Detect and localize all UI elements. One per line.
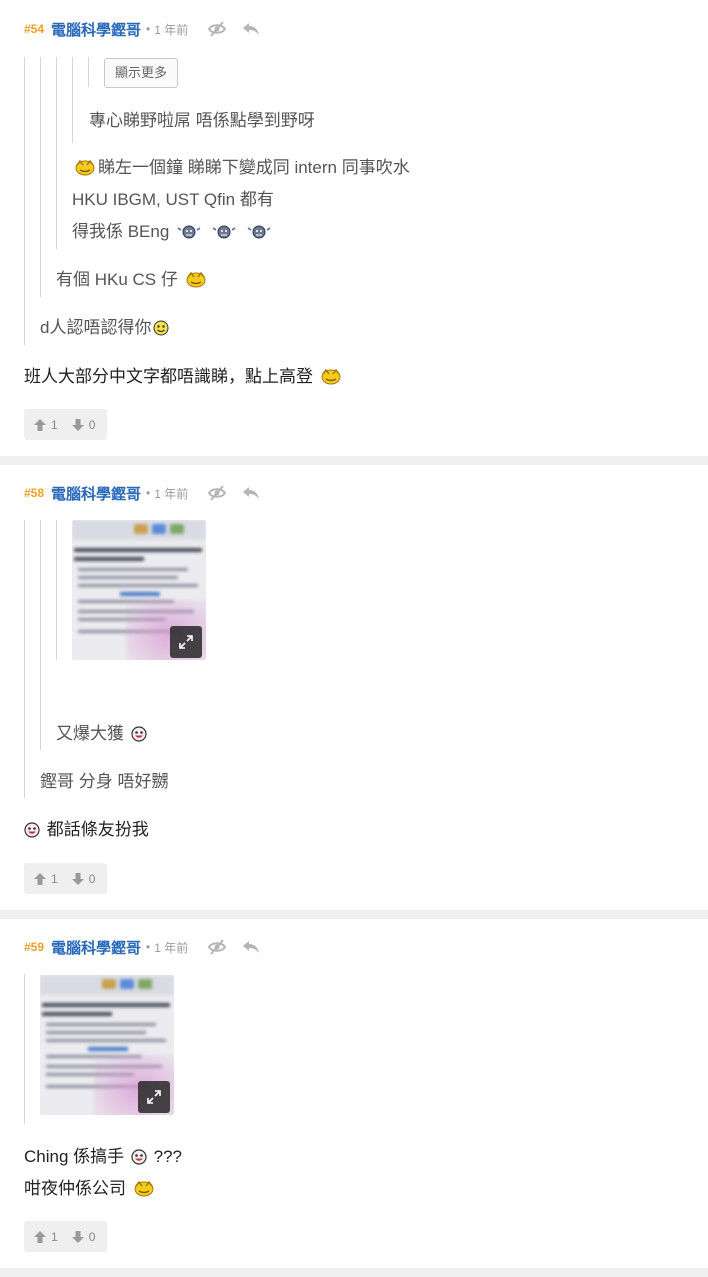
downvote-button[interactable]: 0: [71, 1229, 96, 1244]
post-58: #58 電腦科學鏗哥 • 1 年前 又爆大獲 鏗哥 分身 唔好嬲 都話條友扮我 …: [0, 465, 708, 910]
post-body: 班人大部分中文字都唔識睇，點上高登: [24, 365, 344, 392]
upvote-button[interactable]: 1: [34, 418, 58, 432]
author-name[interactable]: 電腦科學鏗哥: [51, 19, 141, 40]
vote-bar: 1 0: [24, 1221, 107, 1252]
thumb-up-icon: [34, 872, 46, 885]
upvote-button[interactable]: 1: [34, 1230, 58, 1244]
vote-bar: 1 0: [24, 409, 107, 440]
thumb-down-icon: [71, 1230, 84, 1243]
downvote-button[interactable]: 0: [71, 417, 96, 432]
emoji-icon: [24, 821, 40, 845]
upvote-count: 1: [51, 871, 58, 886]
reply-icon[interactable]: [240, 937, 262, 957]
expand-icon: [179, 635, 193, 649]
post-body: 都話條友扮我: [24, 818, 149, 845]
quote-text: 專心睇野啦屌 唔係點學到野呀: [89, 111, 315, 130]
quote-text: HKU IBGM, UST Qfin 都有: [72, 190, 274, 209]
quote-text: 有個 HKu CS 仔: [56, 268, 209, 295]
quote-border: [24, 520, 25, 798]
post-body: 咁夜仲係公司: [24, 1177, 157, 1204]
quote-text: 鏗哥 分身 唔好嬲: [40, 772, 169, 791]
post-time: 1 年前: [154, 486, 189, 501]
emoji-icon: [185, 270, 207, 295]
downvote-count: 0: [88, 871, 96, 886]
quote-border: [88, 57, 89, 87]
reply-icon[interactable]: [240, 19, 262, 39]
downvote-count: 0: [88, 417, 96, 432]
author-name[interactable]: 電腦科學鏗哥: [51, 937, 141, 958]
quote-border: [24, 57, 25, 345]
expand-icon: [147, 1090, 161, 1104]
show-more-button[interactable]: 顯示更多: [104, 58, 179, 88]
emoji-icon: [74, 158, 96, 183]
eye-slash-icon[interactable]: [206, 937, 228, 957]
expand-button[interactable]: [138, 1081, 170, 1113]
upvote-button[interactable]: 1: [34, 872, 58, 886]
expand-button[interactable]: [170, 626, 202, 658]
upvote-count: 1: [51, 417, 58, 432]
emoji-icon: [133, 1179, 155, 1204]
post-header: #59 電腦科學鏗哥 • 1 年前: [24, 937, 274, 957]
post-body: Ching 係搞手 ???: [24, 1145, 182, 1172]
attached-image[interactable]: [40, 975, 174, 1115]
post-header: #58 電腦科學鏗哥 • 1 年前: [24, 483, 274, 503]
separator-dot: •: [146, 22, 151, 36]
emoji-icon: [131, 1148, 147, 1172]
thumb-down-icon: [71, 418, 84, 431]
post-number: #58: [24, 486, 45, 500]
eye-slash-icon[interactable]: [206, 483, 228, 503]
post-time: 1 年前: [154, 22, 189, 37]
reply-icon[interactable]: [240, 483, 262, 503]
attached-image[interactable]: [72, 520, 206, 660]
emoji-icon: [131, 725, 147, 749]
post-54: #54 電腦科學鏗哥 • 1 年前 顯示更多 專心睇野啦屌 唔係點學到野呀 睇左…: [0, 0, 708, 456]
thumb-up-icon: [34, 1230, 46, 1243]
quote-text: 又爆大獲: [56, 722, 149, 749]
post-number: #54: [24, 22, 45, 36]
emoji-icon: [246, 223, 272, 247]
upvote-count: 1: [51, 1229, 58, 1244]
separator-dot: •: [146, 486, 151, 500]
quote-border: [40, 57, 41, 297]
post-59: #59 電腦科學鏗哥 • 1 年前 Ching 係搞手 ??? 咁夜仲係公司 1…: [0, 919, 708, 1268]
quote-text: 睇左一個鐘 睇睇下變成同 intern 同事吹水: [72, 156, 410, 183]
emoji-icon: [176, 223, 202, 247]
quote-border: [72, 57, 73, 143]
quote-border: [56, 57, 57, 249]
thumb-up-icon: [34, 418, 46, 431]
quote-border: [40, 520, 41, 750]
author-name[interactable]: 電腦科學鏗哥: [51, 483, 141, 504]
downvote-button[interactable]: 0: [71, 871, 96, 886]
post-header: #54 電腦科學鏗哥 • 1 年前: [24, 19, 274, 39]
vote-bar: 1 0: [24, 863, 107, 894]
post-number: #59: [24, 940, 45, 954]
eye-slash-icon[interactable]: [206, 19, 228, 39]
post-time: 1 年前: [154, 940, 189, 955]
quote-border: [56, 520, 57, 660]
thumb-down-icon: [71, 872, 84, 885]
emoji-icon: [320, 367, 342, 392]
quote-border: [24, 974, 25, 1124]
emoji-icon: [153, 319, 169, 343]
quote-text: 得我係 BEng: [72, 220, 274, 247]
emoji-icon: [211, 223, 237, 247]
quote-text: d人認唔認得你: [40, 316, 171, 343]
separator-dot: •: [146, 940, 151, 954]
downvote-count: 0: [88, 1229, 96, 1244]
